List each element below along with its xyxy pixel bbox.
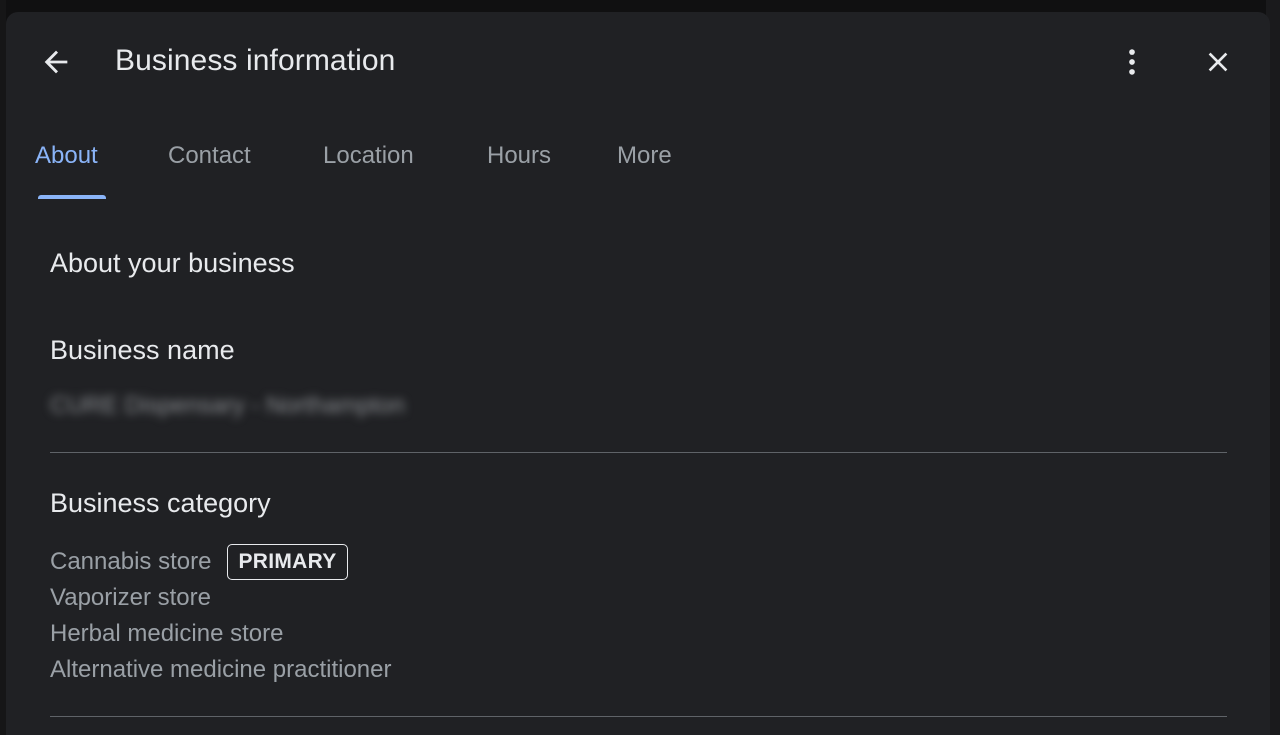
business-category-label: Business category [50, 488, 271, 518]
tab-about[interactable]: About [35, 142, 98, 170]
divider [50, 452, 1227, 453]
active-tab-indicator [38, 195, 106, 199]
business-information-dialog: Business information About Contact Locat… [6, 12, 1270, 735]
close-button[interactable] [1196, 40, 1240, 84]
tab-more[interactable]: More [617, 142, 672, 170]
category-label: Cannabis store [50, 548, 212, 575]
tab-bar: About Contact Location Hours More [6, 132, 1270, 202]
category-label: Herbal medicine store [50, 620, 284, 647]
close-icon [1208, 52, 1228, 72]
back-button[interactable] [34, 40, 78, 84]
category-label: Vaporizer store [50, 584, 211, 611]
category-list: Cannabis store PRIMARY Vaporizer store H… [50, 544, 392, 688]
tab-contact[interactable]: Contact [168, 142, 251, 170]
dialog-title: Business information [115, 44, 396, 77]
category-item: Vaporizer store [50, 580, 392, 616]
category-label: Alternative medicine practitioner [50, 656, 392, 683]
business-name-label: Business name [50, 335, 235, 365]
category-item-primary: Cannabis store PRIMARY [50, 544, 392, 580]
category-item: Alternative medicine practitioner [50, 652, 392, 688]
dialog-header: Business information [6, 12, 1270, 112]
section-title: About your business [50, 248, 295, 278]
tab-location[interactable]: Location [323, 142, 414, 170]
primary-badge: PRIMARY [227, 544, 348, 580]
more-options-button[interactable] [1110, 40, 1154, 84]
tab-hours[interactable]: Hours [487, 142, 551, 170]
more-vert-icon [1129, 49, 1135, 75]
divider [50, 716, 1227, 717]
business-name-value: CURE Dispensary - Northampton [50, 392, 405, 419]
arrow-left-icon [44, 50, 68, 74]
category-item: Herbal medicine store [50, 616, 392, 652]
screen: Business information About Contact Locat… [0, 0, 1280, 735]
